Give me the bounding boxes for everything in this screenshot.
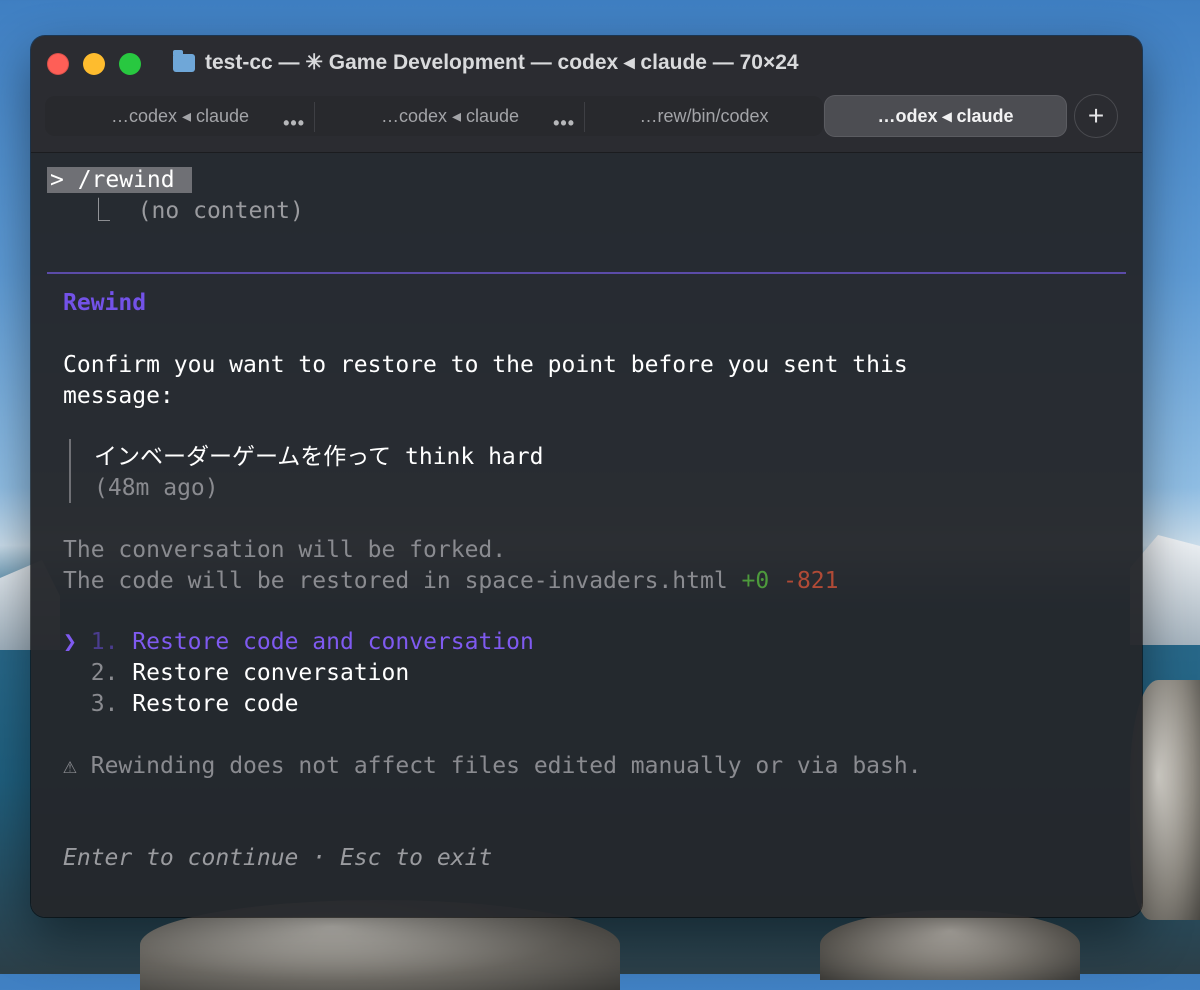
command-text: > /rewind: [47, 167, 193, 193]
option-3[interactable]: 3. Restore code: [63, 689, 299, 720]
quote-bar: [69, 439, 71, 503]
warning-text: Rewinding does not affect files edited m…: [90, 753, 922, 779]
key-hint: Enter to continue · Esc to exit: [63, 845, 493, 871]
confirm-text-line-2: message:: [63, 383, 174, 409]
restore-note-line: The code will be restored in space-invad…: [63, 566, 838, 597]
warning-icon: ⚠: [63, 753, 77, 779]
window-controls: [47, 53, 141, 75]
command-line: > /rewind: [47, 165, 193, 196]
minimize-button[interactable]: [83, 53, 105, 75]
panel-divider: [47, 272, 1126, 274]
diff-additions: +0: [741, 568, 770, 594]
output-prefix-icon: ⎿: [87, 198, 110, 224]
diff-deletions: -821: [783, 568, 839, 594]
tab-label: …codex ◂ claude: [380, 105, 520, 126]
selection-pointer-icon: ❯: [63, 629, 77, 655]
titlebar[interactable]: test-cc — ✳ Game Development — codex ◂ c…: [31, 36, 1142, 153]
tab-more-icon[interactable]: •••: [553, 113, 575, 134]
option-number: 1.: [90, 629, 119, 655]
warning-line: ⚠ Rewinding does not affect files edited…: [63, 751, 922, 782]
option-number: 2.: [90, 660, 119, 686]
panel-title: Rewind: [63, 290, 147, 316]
option-2[interactable]: 2. Restore conversation: [63, 658, 410, 689]
terminal-content[interactable]: > /rewind ⎿ (no content) Rewind Confirm …: [31, 153, 1142, 917]
quoted-message-age: (48m ago): [94, 475, 219, 501]
quoted-message: インベーダーゲームを作って think hard: [94, 444, 544, 470]
plus-icon: +: [1087, 100, 1105, 131]
tab-1[interactable]: …codex ◂ claude •••: [45, 96, 315, 136]
tab-4-active[interactable]: …odex ◂ claude: [825, 96, 1066, 136]
window-title: test-cc — ✳ Game Development — codex ◂ c…: [173, 49, 799, 75]
option-number: 3.: [90, 691, 119, 717]
terminal-window: test-cc — ✳ Game Development — codex ◂ c…: [31, 36, 1142, 917]
tab-bar: …codex ◂ claude ••• …codex ◂ claude ••• …: [45, 93, 1130, 139]
tab-more-icon[interactable]: •••: [283, 113, 305, 134]
tab-label: …codex ◂ claude: [110, 105, 250, 126]
tab-3[interactable]: …rew/bin/codex: [585, 96, 823, 136]
option-label: Restore conversation: [132, 660, 410, 686]
tab-2[interactable]: …codex ◂ claude •••: [315, 96, 585, 136]
option-1[interactable]: ❯ 1. Restore code and conversation: [63, 627, 534, 658]
option-label: Restore code: [132, 691, 299, 717]
tab-label: …rew/bin/codex: [639, 105, 769, 126]
confirm-text-line-1: Confirm you want to restore to the point…: [63, 352, 908, 378]
option-label: Restore code and conversation: [132, 629, 534, 655]
tab-label: …odex ◂ claude: [877, 105, 1014, 126]
background-rock: [820, 910, 1080, 980]
fork-note: The conversation will be forked.: [63, 537, 507, 563]
folder-icon: [173, 49, 195, 72]
zoom-button[interactable]: [119, 53, 141, 75]
command-output: (no content): [137, 198, 304, 224]
close-button[interactable]: [47, 53, 69, 75]
new-tab-button[interactable]: +: [1074, 94, 1118, 138]
restore-note: The code will be restored in space-invad…: [63, 568, 728, 594]
command-output-line: ⎿ (no content): [87, 196, 304, 227]
window-title-text: test-cc — ✳ Game Development — codex ◂ c…: [205, 51, 799, 74]
